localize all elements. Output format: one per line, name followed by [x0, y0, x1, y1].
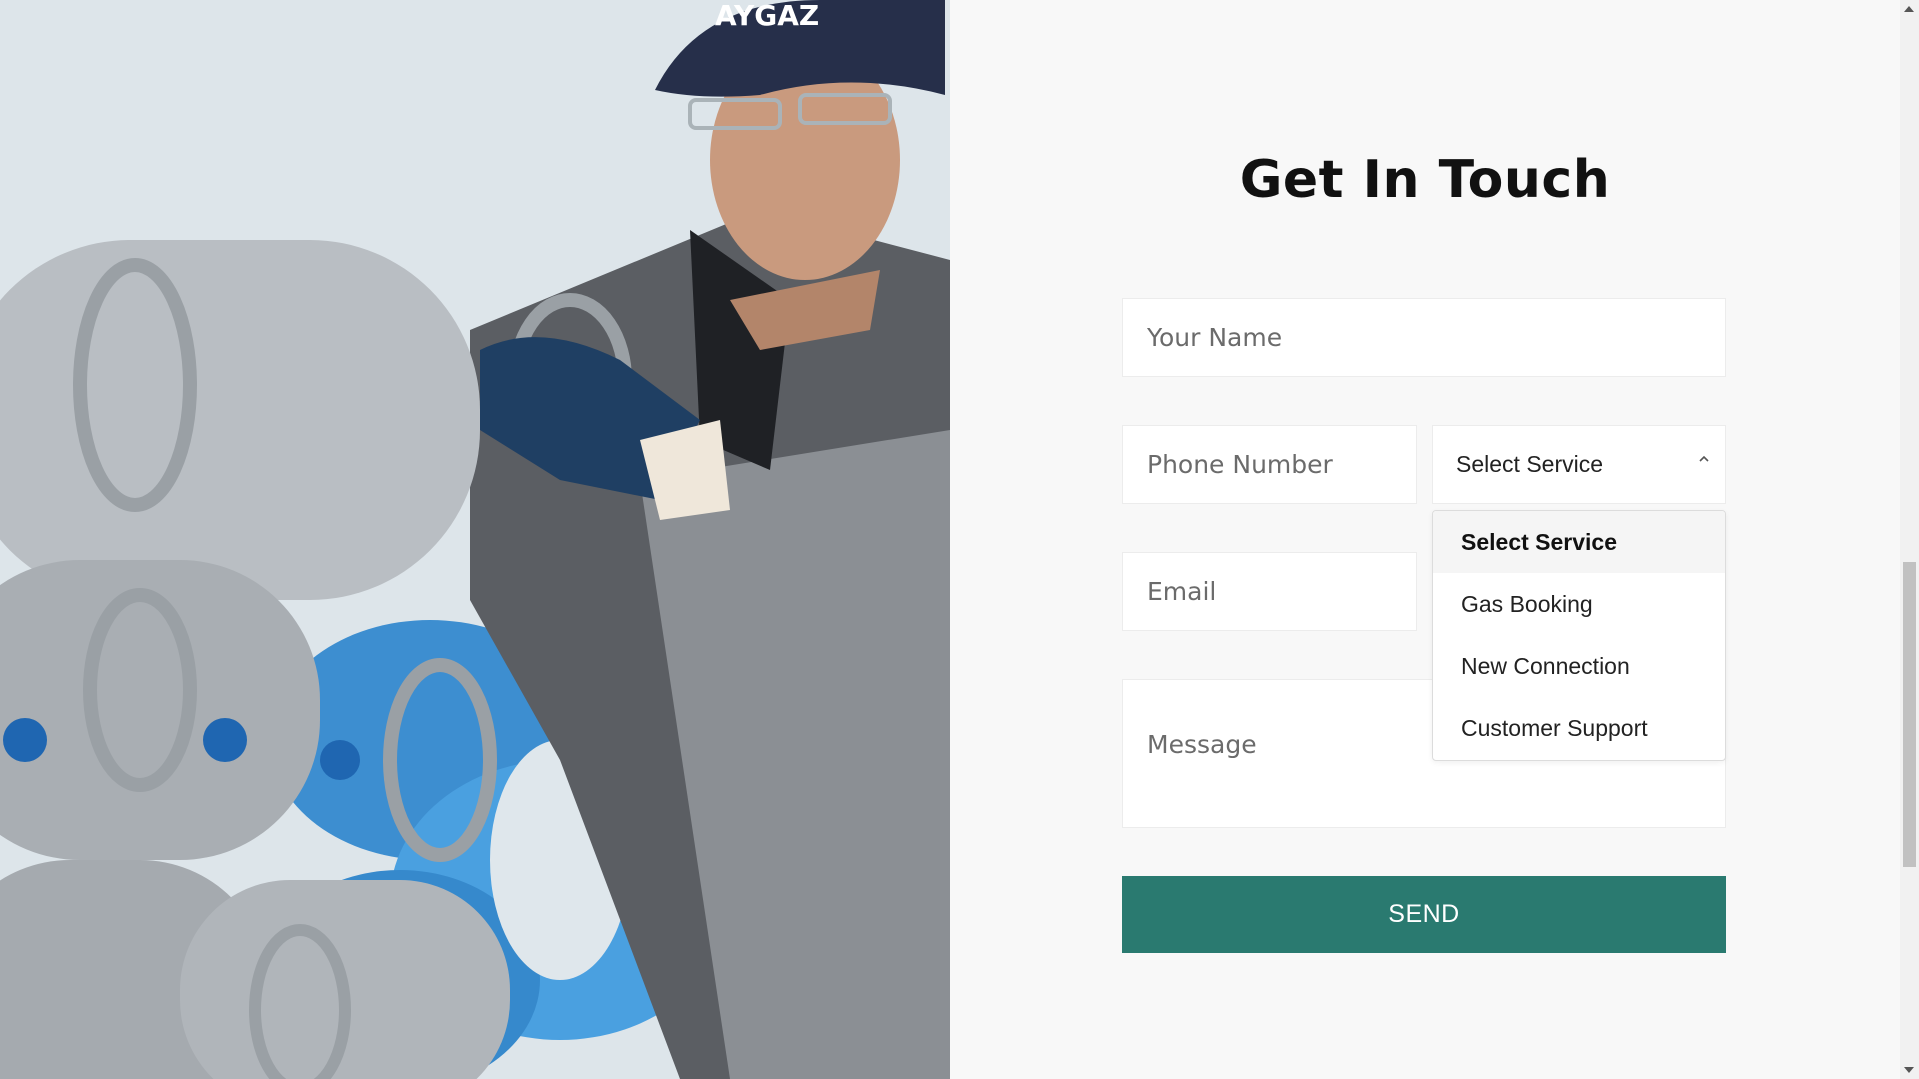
- service-option-customer-support[interactable]: Customer Support: [1433, 697, 1725, 759]
- service-select-value: Select Service: [1456, 451, 1604, 477]
- contact-section: Get In Touch Select Service Select Servi…: [950, 0, 1900, 1079]
- name-input[interactable]: [1122, 298, 1726, 377]
- scroll-up-arrow-icon[interactable]: [1904, 6, 1914, 12]
- page: AYGAZ Get In Touch Your Name Phone Numbe…: [0, 0, 1919, 1079]
- phone-input[interactable]: [1122, 425, 1417, 504]
- service-select[interactable]: Select Service: [1432, 425, 1726, 504]
- scroll-down-arrow-icon[interactable]: [1904, 1067, 1914, 1073]
- page-scrollbar[interactable]: [1900, 0, 1919, 1079]
- service-option-new-connection[interactable]: New Connection: [1433, 635, 1725, 697]
- scrollbar-thumb[interactable]: [1903, 562, 1916, 867]
- service-option-select-service[interactable]: Select Service: [1433, 511, 1725, 573]
- hero-image: AYGAZ: [0, 0, 950, 1079]
- send-button[interactable]: SEND: [1122, 876, 1726, 953]
- service-dropdown-menu: Select Service Gas Booking New Connectio…: [1432, 510, 1726, 761]
- cap-logo-text: AYGAZ: [715, 0, 819, 32]
- gas-worker-illustration: AYGAZ: [0, 0, 950, 1079]
- service-option-gas-booking[interactable]: Gas Booking: [1433, 573, 1725, 635]
- chevron-up-icon: [1699, 455, 1709, 462]
- email-input[interactable]: [1122, 552, 1417, 631]
- section-title: Get In Touch: [1239, 150, 1611, 210]
